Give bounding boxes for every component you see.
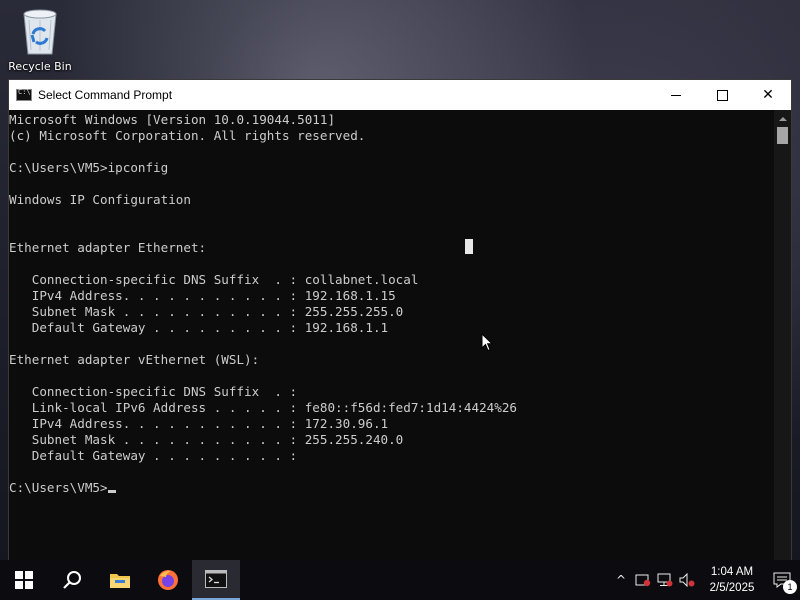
mouse-pointer-icon <box>481 333 493 352</box>
console-line: Ethernet adapter Ethernet: <box>9 240 207 255</box>
console-line: C:\Users\VM5>ipconfig <box>9 160 169 175</box>
network-icon <box>657 573 673 587</box>
console-line: Default Gateway . . . . . . . . . : <box>9 448 298 463</box>
clock-date: 2/5/2025 <box>709 582 755 594</box>
console-line: (c) Microsoft Corporation. All rights re… <box>9 128 366 143</box>
recycle-bin-icon <box>23 9 57 55</box>
console-line: Connection-specific DNS Suffix . : colla… <box>9 272 419 287</box>
close-icon: ✕ <box>762 87 774 103</box>
console-line: Subnet Mask . . . . . . . . . . . : 255.… <box>9 432 404 447</box>
show-hidden-icons-chevron-icon[interactable]: ^ <box>610 560 632 600</box>
folder-icon <box>110 574 130 588</box>
window-controls: ✕ <box>653 80 791 110</box>
window-title: Select Command Prompt <box>38 88 173 102</box>
taskbar-clock[interactable]: 1:04 AM 2/5/2025 <box>700 564 764 596</box>
console-line: Ethernet adapter vEthernet (WSL): <box>9 352 260 367</box>
windows-logo-icon <box>15 571 33 589</box>
notification-count-badge: 1 <box>783 580 797 594</box>
action-center-button[interactable]: 1 <box>764 560 800 600</box>
console-line: Windows IP Configuration <box>9 192 191 207</box>
console-line: Subnet Mask . . . . . . . . . . . : 255.… <box>9 304 404 319</box>
window-titlebar[interactable]: Select Command Prompt ✕ <box>9 80 791 110</box>
taskbar: ^ 1:04 AM 2/5/2025 1 <box>0 560 800 600</box>
system-tray: ^ 1:04 AM 2/5/2025 1 <box>610 560 800 600</box>
start-button[interactable] <box>0 560 48 600</box>
minimize-button[interactable] <box>653 80 699 110</box>
chevron-up-icon: ^ <box>615 573 627 587</box>
console-line: IPv4 Address. . . . . . . . . . . : 192.… <box>9 288 396 303</box>
clock-time: 1:04 AM <box>710 566 754 578</box>
search-button[interactable] <box>48 560 96 600</box>
selection-block <box>465 239 473 254</box>
text-cursor <box>107 490 116 493</box>
security-alert-icon <box>635 574 651 587</box>
search-icon <box>63 571 81 589</box>
volume-icon-button[interactable] <box>676 560 698 600</box>
file-explorer-button[interactable] <box>96 560 144 600</box>
close-button[interactable]: ✕ <box>745 80 791 110</box>
console-line: Link-local IPv6 Address . . . . . : fe80… <box>9 400 517 415</box>
firefox-button[interactable] <box>144 560 192 600</box>
console-line: Default Gateway . . . . . . . . . : 192.… <box>9 320 389 335</box>
vertical-scrollbar[interactable] <box>774 110 791 561</box>
maximize-button[interactable] <box>699 80 745 110</box>
volume-muted-icon <box>679 573 695 587</box>
cmd-icon <box>16 88 32 101</box>
scroll-up-arrow-icon[interactable] <box>774 110 791 127</box>
console-line: C:\Users\VM5> <box>9 480 774 496</box>
console-line: IPv4 Address. . . . . . . . . . . : 172.… <box>9 416 389 431</box>
recycle-bin-label: Recycle Bin <box>8 60 72 73</box>
command-prompt-button[interactable] <box>192 560 240 600</box>
cmd-icon <box>205 570 227 588</box>
desktop-icon-recycle-bin[interactable]: Recycle Bin <box>6 6 74 73</box>
tray-app-icon[interactable] <box>632 560 654 600</box>
scroll-thumb[interactable] <box>777 127 788 144</box>
console-line: Microsoft Windows [Version 10.0.19044.50… <box>9 112 336 127</box>
console-output[interactable]: Microsoft Windows [Version 10.0.19044.50… <box>9 110 774 561</box>
command-prompt-window[interactable]: Select Command Prompt ✕ Microsoft Window… <box>8 79 792 562</box>
console-line: Connection-specific DNS Suffix . : <box>9 384 298 399</box>
network-icon-button[interactable] <box>654 560 676 600</box>
firefox-icon <box>158 570 178 590</box>
